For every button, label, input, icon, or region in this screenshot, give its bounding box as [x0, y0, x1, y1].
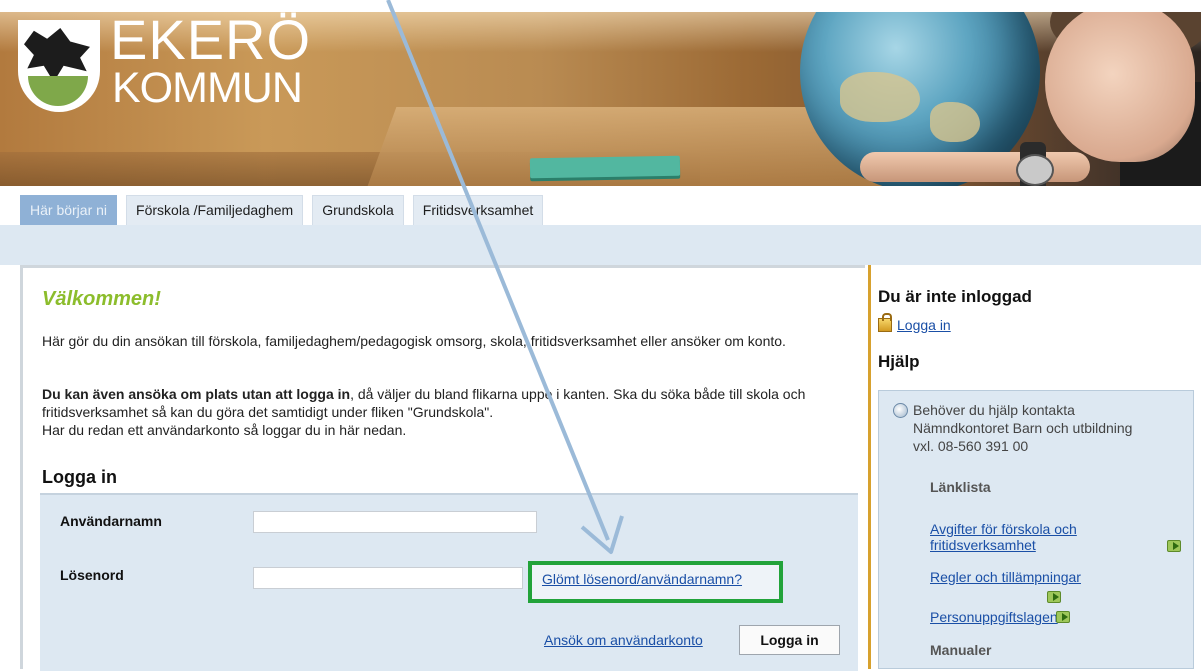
oak-leaf-icon: [24, 28, 90, 82]
info-bold-lead: Du kan även ansöka om plats utan att log…: [42, 386, 351, 402]
tab-grundskola[interactable]: Grundskola: [312, 195, 404, 225]
logo-text-ekero: EKERÖ: [110, 8, 312, 71]
external-link-icon[interactable]: [1047, 591, 1061, 603]
coat-of-arms-icon: [18, 20, 100, 112]
logo-text-kommun: KOMMUN: [112, 64, 303, 112]
link-avgifter[interactable]: Avgifter för förskola och fritidsverksam…: [930, 521, 1080, 553]
apply-account-link[interactable]: Ansök om användarkonto: [544, 632, 703, 648]
lock-icon: [878, 313, 892, 332]
info-text-account: Har du redan ett användarkonto så loggar…: [42, 422, 407, 438]
tab-fritidsverksamhet[interactable]: Fritidsverksamhet: [412, 195, 544, 225]
forgot-password-link[interactable]: Glömt lösenord/användarnamn?: [542, 571, 742, 587]
login-button[interactable]: Logga in: [739, 625, 840, 655]
banner-arm: [860, 152, 1090, 182]
help-icon: [893, 403, 908, 418]
username-label: Användarnamn: [60, 513, 162, 529]
external-link-icon[interactable]: [1167, 540, 1181, 552]
link-personuppgiftslagen[interactable]: Personuppgiftslagen: [930, 609, 1058, 625]
help-heading: Hjälp: [878, 352, 920, 371]
password-label: Lösenord: [60, 567, 124, 583]
password-input[interactable]: [253, 567, 523, 589]
banner-watch: [1016, 142, 1054, 186]
tab-forskola-familjedaghem[interactable]: Förskola /Familjedaghem: [126, 195, 304, 225]
shield-base: [28, 76, 88, 106]
main-tabs: Här börjar ni Förskola /Familjedaghem Gr…: [20, 195, 552, 225]
intro-text: Här gör du din ansökan till förskola, fa…: [42, 333, 786, 349]
login-heading: Logga in: [42, 467, 117, 487]
login-status: Du är inte inloggad: [878, 287, 1032, 306]
info-paragraph: Du kan även ansöka om plats utan att log…: [42, 385, 857, 439]
help-text: Behöver du hjälp kontakta Nämndkontoret …: [913, 402, 1133, 454]
banner-book: [529, 155, 681, 179]
external-link-icon[interactable]: [1056, 611, 1070, 623]
ekero-logo[interactable]: EKERÖ KOMMUN: [18, 10, 310, 116]
sidebar-login-link[interactable]: Logga in: [897, 317, 951, 333]
banner-face: [1045, 12, 1195, 162]
globe-land: [840, 72, 920, 122]
manuals-heading: Manualer: [930, 642, 992, 658]
globe-land: [930, 102, 980, 142]
link-regler[interactable]: Regler och tillämpningar: [930, 569, 1081, 585]
linklist-heading: Länklista: [930, 479, 991, 495]
tab-content-band: [0, 225, 1201, 265]
username-input[interactable]: [253, 511, 537, 533]
page-title: Välkommen!: [42, 288, 161, 310]
tab-har-borjar-ni[interactable]: Här börjar ni: [20, 195, 118, 225]
